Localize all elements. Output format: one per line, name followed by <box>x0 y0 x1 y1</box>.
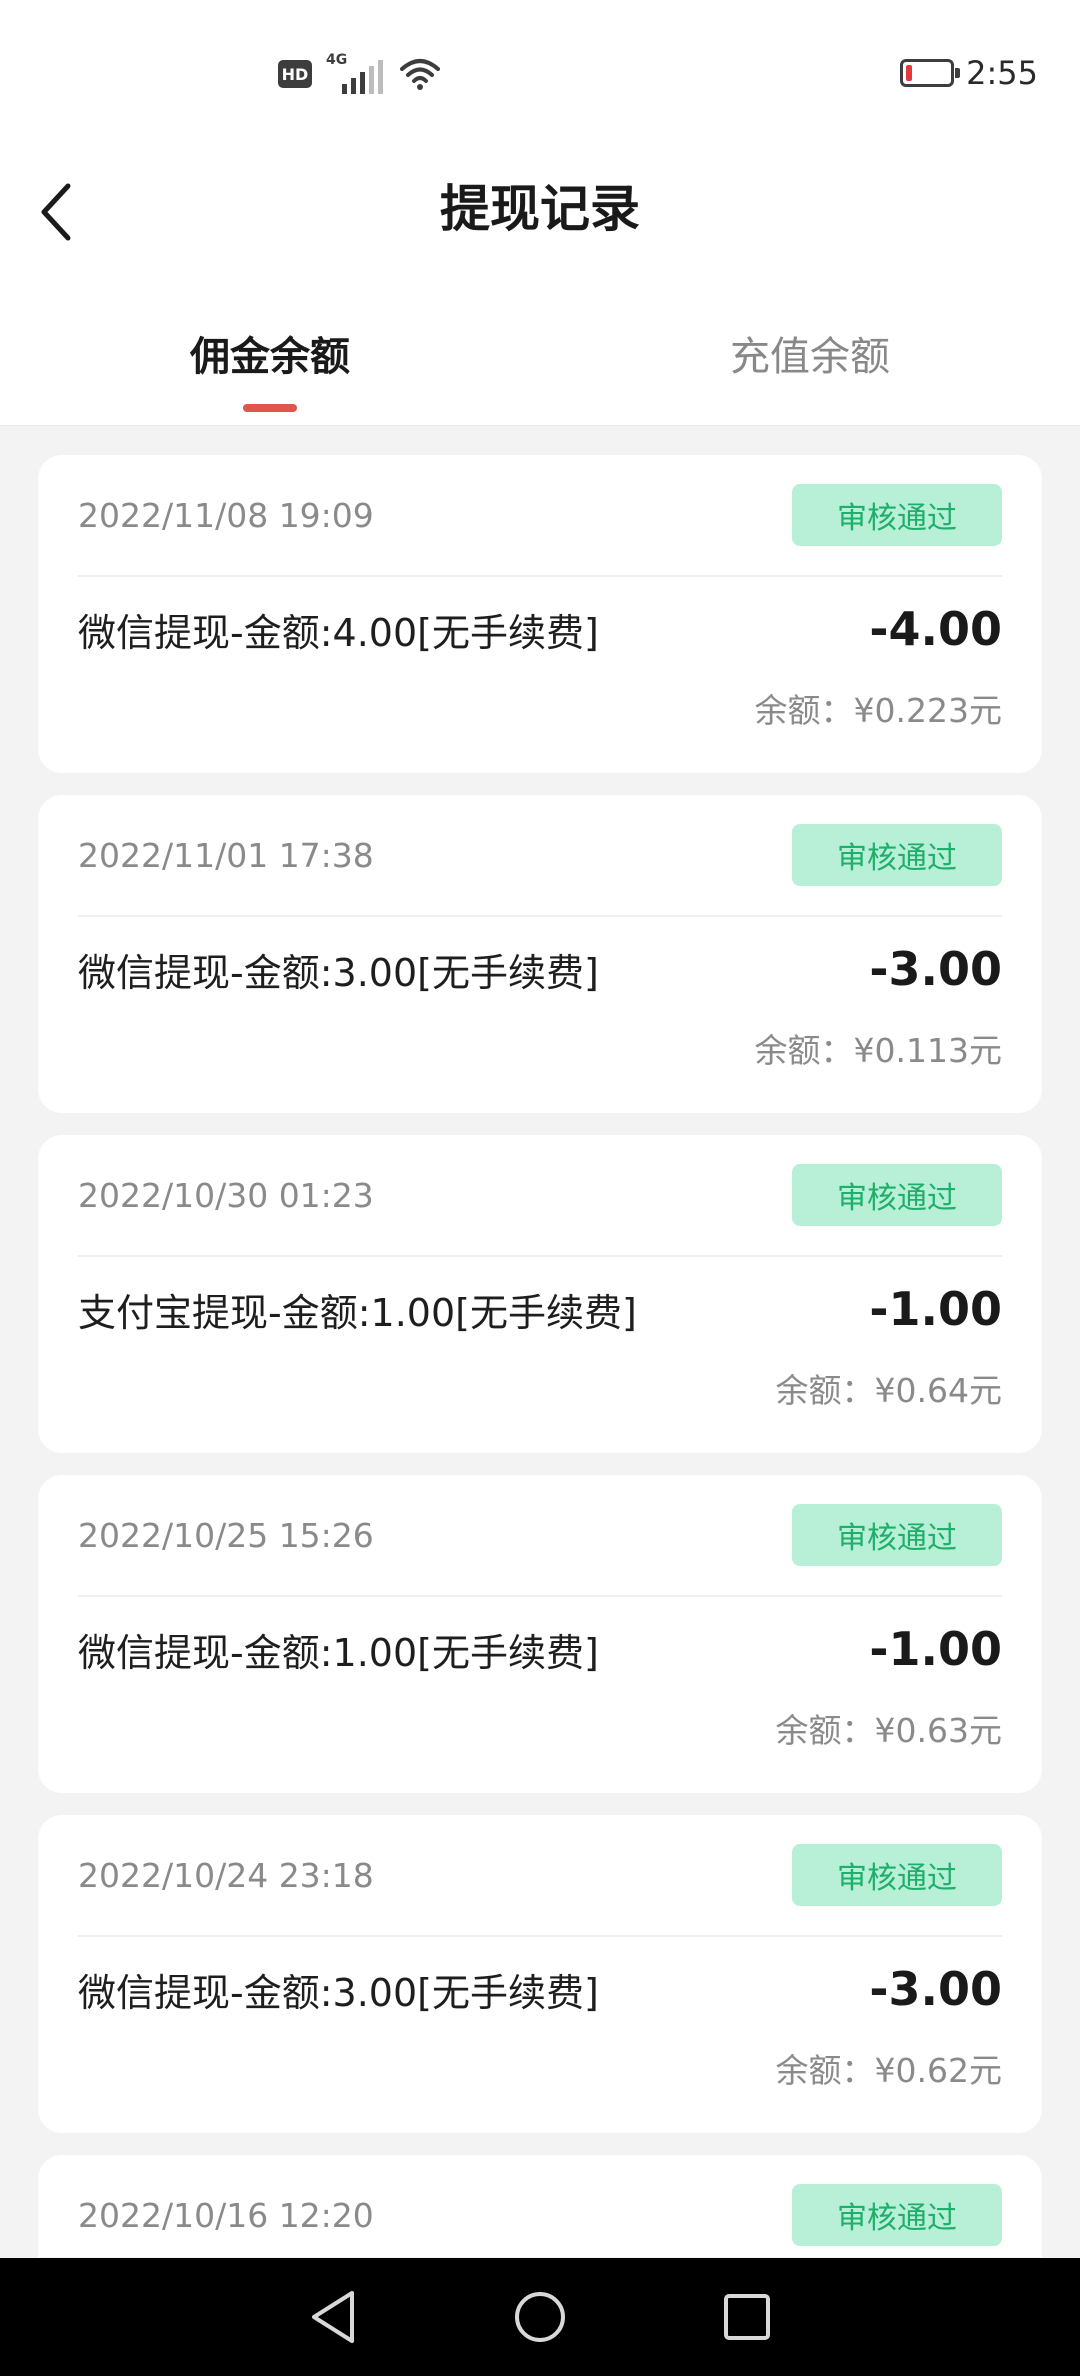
record-card[interactable]: 2022/10/24 23:18 审核通过 微信提现-金额:3.00[无手续费]… <box>38 1815 1042 2133</box>
status-badge: 审核通过 <box>792 484 1002 546</box>
system-navigation-bar <box>0 2258 1080 2376</box>
record-date: 2022/11/08 19:09 <box>78 495 374 535</box>
tab-bar: 佣金余额 充值余额 <box>0 280 1080 426</box>
record-amount: -3.00 <box>869 942 1002 996</box>
record-description: 微信提现-金额:4.00[无手续费] <box>78 610 599 655</box>
status-badge: 审核通过 <box>792 824 1002 886</box>
record-date: 2022/10/24 23:18 <box>78 1855 374 1895</box>
status-right-icons: 2:55 <box>900 54 1038 92</box>
record-amount: -1.00 <box>869 1622 1002 1676</box>
page-title: 提现记录 <box>440 180 640 238</box>
status-left-icons: HD 4G <box>278 52 440 94</box>
record-balance: 余额：¥0.113元 <box>754 1031 1002 1070</box>
status-badge: 审核通过 <box>792 1844 1002 1906</box>
record-amount: -3.00 <box>869 1962 1002 2016</box>
wifi-icon <box>400 59 440 90</box>
record-date: 2022/10/25 15:26 <box>78 1515 374 1555</box>
record-balance: 余额：¥0.63元 <box>775 1711 1002 1750</box>
circle-home-icon <box>514 2292 565 2342</box>
record-card[interactable]: 2022/11/08 19:09 审核通过 微信提现-金额:4.00[无手续费]… <box>38 455 1042 773</box>
tab-recharge-balance[interactable]: 充值余额 <box>540 280 1080 426</box>
record-card[interactable]: 2022/10/30 01:23 审核通过 支付宝提现-金额:1.00[无手续费… <box>38 1135 1042 1453</box>
record-balance: 余额：¥0.62元 <box>775 2051 1002 2090</box>
hd-icon: HD <box>278 60 312 88</box>
cellular-signal-icon: 4G <box>326 52 386 94</box>
active-tab-indicator <box>243 404 297 412</box>
triangle-back-icon <box>312 2291 355 2343</box>
withdrawal-record-list[interactable]: 2022/11/08 19:09 审核通过 微信提现-金额:4.00[无手续费]… <box>38 455 1042 2257</box>
record-card[interactable]: 2022/11/01 17:38 审核通过 微信提现-金额:3.00[无手续费]… <box>38 795 1042 1113</box>
record-amount: -1.00 <box>869 1282 1002 1336</box>
record-date: 2022/10/16 12:20 <box>78 2195 374 2235</box>
status-badge: 审核通过 <box>792 1504 1002 1566</box>
record-date: 2022/10/30 01:23 <box>78 1175 374 1215</box>
status-bar: HD 4G 2:55 <box>0 0 1080 150</box>
status-badge: 审核通过 <box>792 2184 1002 2246</box>
record-description: 微信提现-金额:3.00[无手续费] <box>78 950 599 995</box>
record-card[interactable]: 2022/10/16 12:20 审核通过 <box>38 2155 1042 2257</box>
square-recents-icon <box>723 2294 770 2340</box>
record-balance: 余额：¥0.223元 <box>754 691 1002 730</box>
record-card[interactable]: 2022/10/25 15:26 审核通过 微信提现-金额:1.00[无手续费]… <box>38 1475 1042 1793</box>
record-description: 支付宝提现-金额:1.00[无手续费] <box>78 1290 637 1335</box>
record-amount: -4.00 <box>869 602 1002 656</box>
app-header: 提现记录 <box>0 150 1080 280</box>
nav-recents-button[interactable] <box>707 2277 787 2357</box>
record-balance: 余额：¥0.64元 <box>775 1371 1002 1410</box>
record-date: 2022/11/01 17:38 <box>78 835 374 875</box>
nav-home-button[interactable] <box>500 2277 580 2357</box>
record-description: 微信提现-金额:3.00[无手续费] <box>78 1970 599 2015</box>
status-badge: 审核通过 <box>792 1164 1002 1226</box>
nav-back-button[interactable] <box>293 2277 373 2357</box>
battery-icon <box>900 59 961 87</box>
record-description: 微信提现-金额:1.00[无手续费] <box>78 1630 599 1675</box>
clock: 2:55 <box>966 54 1038 92</box>
